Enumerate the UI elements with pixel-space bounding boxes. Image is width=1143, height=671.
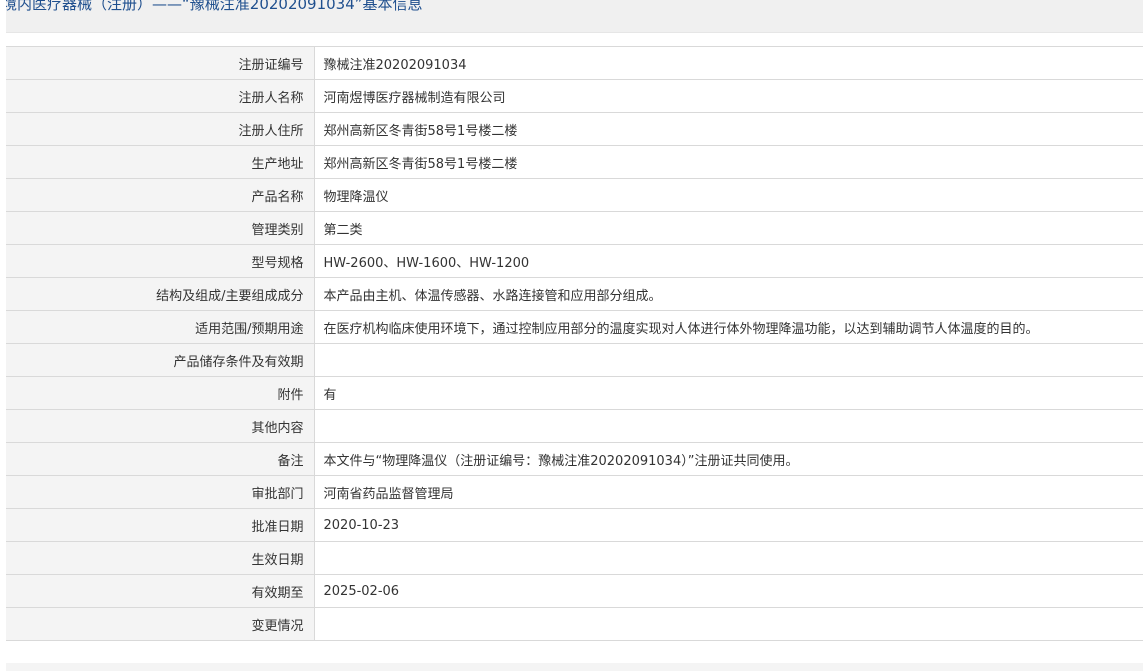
field-value: 2025-02-06 (313, 574, 1143, 608)
field-value (313, 343, 1143, 377)
field-value: 本产品由主机、体温传感器、水路连接管和应用部分组成。 (313, 277, 1143, 311)
field-value: 第二类 (313, 211, 1143, 245)
field-label: 批准日期 (6, 508, 315, 542)
table-row: 注册人名称 河南煜博医疗器械制造有限公司 (6, 79, 1143, 113)
table-row: 生产地址 郑州高新区冬青街58号1号楼二楼 (6, 145, 1143, 179)
field-label: 注册人住所 (6, 112, 315, 146)
table-row: 结构及组成/主要组成成分 本产品由主机、体温传感器、水路连接管和应用部分组成。 (6, 277, 1143, 311)
table-row: 型号规格 HW-2600、HW-1600、HW-1200 (6, 244, 1143, 278)
table-row: 批准日期 2020-10-23 (6, 508, 1143, 542)
table-row: 其他内容 (6, 409, 1143, 443)
field-value: 物理降温仪 (313, 178, 1143, 212)
field-value: HW-2600、HW-1600、HW-1200 (313, 244, 1143, 278)
table-row: 变更情况 (6, 607, 1143, 641)
table-row: 生效日期 (6, 541, 1143, 575)
table-row: 管理类别 第二类 (6, 211, 1143, 245)
field-value: 有 (313, 376, 1143, 410)
field-value: 郑州高新区冬青街58号1号楼二楼 (313, 145, 1143, 179)
info-table: 注册证编号 豫械注准20202091034 注册人名称 河南煜博医疗器械制造有限… (6, 46, 1143, 641)
field-label: 注册证编号 (6, 46, 315, 80)
field-label: 变更情况 (6, 607, 315, 641)
field-label: 产品储存条件及有效期 (6, 343, 315, 377)
field-label: 型号规格 (6, 244, 315, 278)
table-row: 备注 本文件与“物理降温仪（注册证编号：豫械注准20202091034）”注册证… (6, 442, 1143, 476)
table-row: 审批部门 河南省药品监督管理局 (6, 475, 1143, 509)
field-label: 备注 (6, 442, 315, 476)
field-value: 本文件与“物理降温仪（注册证编号：豫械注准20202091034）”注册证共同使… (313, 442, 1143, 476)
table-row: 产品名称 物理降温仪 (6, 178, 1143, 212)
field-value: 郑州高新区冬青街58号1号楼二楼 (313, 112, 1143, 146)
field-value: 河南煜博医疗器械制造有限公司 (313, 79, 1143, 113)
field-label: 管理类别 (6, 211, 315, 245)
field-label: 注册人名称 (6, 79, 315, 113)
field-value: 豫械注准20202091034 (313, 46, 1143, 80)
field-label: 有效期至 (6, 574, 315, 608)
field-label: 适用范围/预期用途 (6, 310, 315, 344)
device-info-page: 境内医疗器械（注册）——“豫械注准20202091034”基本信息 注册证编号 … (0, 0, 1143, 671)
table-row: 注册人住所 郑州高新区冬青街58号1号楼二楼 (6, 112, 1143, 146)
field-label: 其他内容 (6, 409, 315, 443)
table-footer-strip (6, 663, 1143, 671)
field-label: 审批部门 (6, 475, 315, 509)
table-row: 注册证编号 豫械注准20202091034 (6, 46, 1143, 80)
field-label: 生效日期 (6, 541, 315, 575)
field-label: 生产地址 (6, 145, 315, 179)
field-value: 河南省药品监督管理局 (313, 475, 1143, 509)
field-value: 2020-10-23 (313, 508, 1143, 542)
table-row: 附件 有 (6, 376, 1143, 410)
field-value (313, 409, 1143, 443)
table-row: 适用范围/预期用途 在医疗机构临床使用环境下，通过控制应用部分的温度实现对人体进… (6, 310, 1143, 344)
title-bar: 境内医疗器械（注册）——“豫械注准20202091034”基本信息 (6, 0, 1143, 33)
field-label: 结构及组成/主要组成成分 (6, 277, 315, 311)
field-label: 产品名称 (6, 178, 315, 212)
table-row: 有效期至 2025-02-06 (6, 574, 1143, 608)
field-label: 附件 (6, 376, 315, 410)
field-value (313, 541, 1143, 575)
table-row: 产品储存条件及有效期 (6, 343, 1143, 377)
page-title: 境内医疗器械（注册）——“豫械注准20202091034”基本信息 (6, 0, 423, 13)
field-value (313, 607, 1143, 641)
field-value: 在医疗机构临床使用环境下，通过控制应用部分的温度实现对人体进行体外物理降温功能，… (313, 310, 1143, 344)
